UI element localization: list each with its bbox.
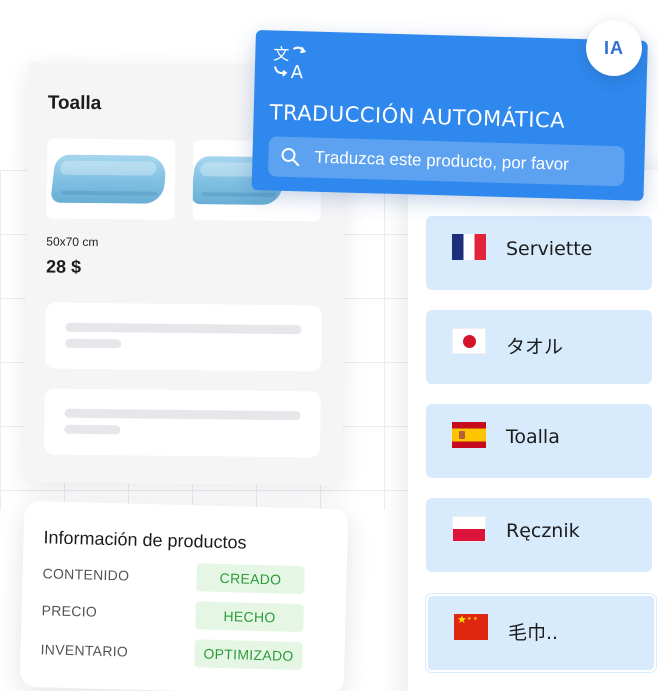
language-item-spanish[interactable]: Toalla <box>426 404 652 478</box>
translation-input[interactable]: Traduzca este producto, por favor <box>267 136 625 187</box>
product-title: Toalla <box>47 92 102 115</box>
placeholder-card <box>45 302 322 372</box>
ia-badge[interactable]: IA <box>586 20 642 76</box>
placeholder-line <box>64 408 301 421</box>
translation-input-text: Traduzca este producto, por favor <box>314 147 570 174</box>
japan-flag-icon <box>452 328 486 354</box>
china-flag-icon <box>454 614 488 640</box>
placeholder-line <box>65 322 302 335</box>
product-image-1[interactable] <box>46 138 176 220</box>
placeholder-line <box>64 424 121 435</box>
stage: Toalla 50x70 cm 28 $ Información de prod… <box>0 0 658 691</box>
svg-text:A: A <box>291 62 305 82</box>
language-word: タオル <box>506 336 564 358</box>
language-item-chinese[interactable]: 毛巾.. <box>426 594 656 672</box>
language-panel: Serviette タオル Toalla Ręcznik 毛巾.. <box>408 170 658 691</box>
placeholder-card <box>44 388 321 458</box>
language-item-polish[interactable]: Ręcznik <box>426 498 652 572</box>
info-label-price: PRECIO <box>41 602 98 620</box>
info-label-inventory: INVENTARIO <box>40 641 129 660</box>
language-word: Ręcznik <box>506 520 580 542</box>
language-word: Serviette <box>506 238 593 260</box>
status-badge-price: HECHO <box>195 601 304 633</box>
spain-flag-icon <box>452 422 486 448</box>
product-info-title: Información de productos <box>43 527 247 553</box>
product-size: 50x70 cm <box>46 234 99 250</box>
towel-image <box>50 154 168 204</box>
translation-title: TRADUCCIÓN AUTOMÁTICA <box>269 100 566 133</box>
france-flag-icon <box>452 234 486 260</box>
language-item-japanese[interactable]: タオル <box>426 310 652 384</box>
translate-icon: 文 A <box>273 44 307 82</box>
placeholder-line <box>65 338 122 349</box>
language-word: 毛巾.. <box>508 622 559 644</box>
status-badge-inventory: OPTIMIZADO <box>194 639 303 671</box>
search-icon <box>281 147 300 167</box>
language-item-french[interactable]: Serviette <box>426 216 652 290</box>
svg-text:文: 文 <box>273 44 290 63</box>
product-price: 28 $ <box>45 256 82 277</box>
language-word: Toalla <box>506 426 560 448</box>
info-label-content: CONTENIDO <box>42 565 130 584</box>
poland-flag-icon <box>452 516 486 542</box>
status-badge-content: CREADO <box>196 563 305 595</box>
product-info-card: Información de productos CONTENIDO CREAD… <box>19 500 349 691</box>
